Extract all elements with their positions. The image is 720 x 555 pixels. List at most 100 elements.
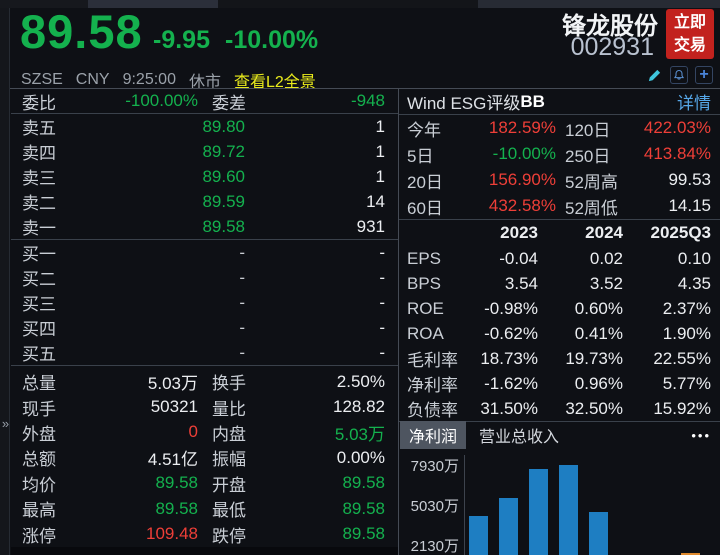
perf-label: 52周高 (565, 172, 618, 192)
expand-panel-chevron-icon[interactable]: » (0, 416, 11, 431)
fin-label: BPS (407, 273, 442, 293)
fin-value: -1.62% (484, 373, 538, 393)
fin-label: EPS (407, 248, 442, 268)
trade-now-button[interactable]: 立即 交易 (666, 9, 714, 59)
stat-value: 5.03万 (147, 374, 198, 394)
ask-level-label: 卖三 (22, 169, 56, 188)
fin-label: 负债率 (407, 401, 458, 420)
stats-row: 现手 50321 量比 128.82 (11, 394, 398, 419)
ask-row-2[interactable]: 卖二 89.59 14 (11, 189, 398, 214)
last-price: 89.58 (20, 5, 143, 58)
esg-title: Wind ESG评级 (407, 94, 521, 113)
alert-bell-icon[interactable] (670, 66, 688, 84)
stat-label: 涨停 (22, 526, 56, 546)
fin-value: -0.62% (484, 323, 538, 343)
perf-value: 422.03% (643, 118, 711, 137)
stat-value: 89.58 (155, 473, 198, 493)
ask-level-label: 卖五 (22, 119, 56, 138)
bid-row-2[interactable]: 买二 - - (11, 265, 398, 290)
financial-row: BPS 3.54 3.52 4.35 (399, 271, 720, 296)
ask-row-1[interactable]: 卖一 89.58 931 (11, 214, 398, 239)
stat-value: 109.48 (146, 524, 198, 544)
stat-label: 总量 (22, 374, 56, 394)
stat-label: 外盘 (22, 424, 56, 444)
left-rail (0, 8, 10, 555)
stat-label: 均价 (22, 475, 56, 495)
diff-label: 委差 (212, 93, 246, 113)
ask-level-label: 卖四 (22, 144, 56, 163)
esg-detail-link[interactable]: 详情 (677, 89, 711, 114)
stat-label: 最低 (212, 501, 246, 521)
bid-row-5[interactable]: 买五 - - (11, 340, 398, 365)
ask-price: 89.72 (202, 141, 245, 161)
perf-value: 413.84% (643, 144, 711, 163)
ask-qty: 14 (366, 191, 385, 211)
perf-label: 5日 (407, 146, 434, 166)
stats-row: 涨停 109.48 跌停 89.58 (11, 521, 398, 546)
bid-row-4[interactable]: 买四 - - (11, 315, 398, 340)
stat-label: 跌停 (212, 526, 246, 546)
perf-label: 今年 (407, 120, 441, 140)
ask-qty: 1 (375, 166, 385, 186)
fin-col-header: 2023 (500, 223, 538, 242)
fin-label: ROE (407, 298, 444, 318)
bid-level-label: 买四 (22, 320, 56, 339)
titlebar-segment (218, 0, 478, 8)
perf-label: 120日 (565, 120, 611, 140)
stat-value: 89.58 (342, 473, 385, 493)
fin-value: 2.37% (662, 298, 711, 318)
stat-value: 89.58 (155, 498, 198, 518)
ratio-label: 委比 (22, 93, 56, 113)
perf-label: 20日 (407, 172, 443, 192)
tab-total-revenue[interactable]: 营业总收入 (479, 423, 559, 447)
ask-row-5[interactable]: 卖五 89.80 1 (11, 114, 398, 139)
header-icon-row: + (645, 66, 713, 84)
fin-value: 31.50% (480, 398, 538, 418)
stat-value: 89.58 (342, 498, 385, 518)
add-to-watchlist-plus-icon[interactable]: + (695, 66, 713, 84)
bid-level-label: 买二 (22, 270, 56, 289)
bid-price: - (239, 317, 245, 337)
perf-label: 250日 (565, 146, 611, 166)
fin-value: 19.73% (565, 348, 623, 368)
ask-price: 89.60 (202, 166, 245, 186)
tab-net-profit[interactable]: 净利润 (400, 421, 467, 449)
bid-price: - (239, 292, 245, 312)
more-options-icon[interactable]: ••• (691, 428, 711, 443)
fin-value: 4.35 (677, 273, 711, 293)
chart-y-tick-label: 2130万 (410, 538, 459, 555)
currency-label: CNY (75, 71, 110, 88)
price-change: -9.95 (153, 26, 210, 54)
exchange-label: SZSE (21, 71, 63, 88)
perf-value: 432.58% (488, 196, 556, 215)
ask-row-3[interactable]: 卖三 89.60 1 (11, 164, 398, 189)
fin-value: 0.60% (574, 298, 623, 318)
fin-value: 32.50% (565, 398, 623, 418)
ask-row-4[interactable]: 卖四 89.72 1 (11, 139, 398, 164)
bid-row-1[interactable]: 买一 - - (11, 240, 398, 265)
bid-row-3[interactable]: 买三 - - (11, 290, 398, 315)
bid-qty: - (379, 267, 385, 287)
esg-header: Wind ESG评级 BB 详情 (399, 89, 720, 114)
chart-tab-bar: 净利润 营业总收入 ••• (399, 421, 720, 449)
commission-ratio-row: 委比 -100.00% 委差 -948 (11, 89, 398, 113)
perf-value: -10.00% (492, 144, 556, 163)
chart-bar (559, 464, 578, 555)
ask-price: 89.58 (202, 216, 245, 236)
perf-value: 182.59% (488, 118, 556, 137)
edit-pencil-icon[interactable] (645, 66, 663, 84)
fin-label: 净利率 (407, 376, 458, 395)
performance-row: 5日 -10.00% 250日 413.84% (399, 141, 720, 167)
chart-bar (469, 516, 488, 555)
bid-qty: - (379, 292, 385, 312)
info-panel: Wind ESG评级 BB 详情 今年 182.59% 120日 422.03% … (399, 89, 720, 555)
chart-y-tick-label: 7930万 (410, 458, 459, 475)
fin-value: 22.55% (653, 348, 711, 368)
perf-label: 60日 (407, 198, 443, 218)
stats-row: 均价 89.58 开盘 89.58 (11, 471, 398, 496)
bid-qty: - (379, 242, 385, 262)
stat-label: 现手 (22, 399, 56, 419)
financial-row: ROE -0.98% 0.60% 2.37% (399, 296, 720, 321)
financial-row: ROA -0.62% 0.41% 1.90% (399, 321, 720, 346)
performance-row: 20日 156.90% 52周高 99.53 (399, 167, 720, 193)
